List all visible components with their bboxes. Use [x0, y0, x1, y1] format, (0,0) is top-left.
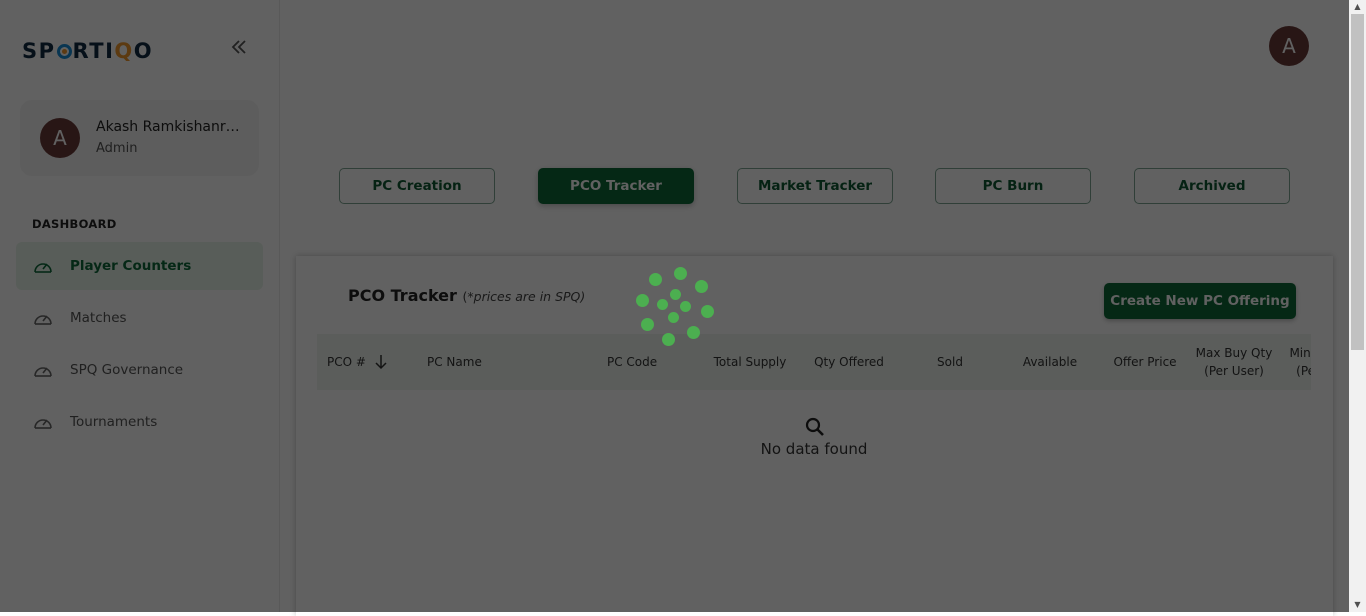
- column-header-max-buy-qty[interactable]: Max Buy Qty (Per User): [1191, 334, 1277, 390]
- scroll-down-arrow-icon[interactable]: ▼: [1349, 598, 1366, 612]
- sidebar-item-label: Player Counters: [70, 258, 192, 274]
- tab-pco-tracker[interactable]: PCO Tracker: [538, 168, 694, 204]
- gauge-icon: [34, 367, 52, 377]
- spinner-dot: [695, 280, 708, 293]
- spinner-dot: [636, 294, 649, 307]
- tab-archived[interactable]: Archived: [1134, 168, 1290, 204]
- spinner-dot: [680, 301, 691, 312]
- column-header-min-buy-qty[interactable]: Min Buy Qty (Per User): [1283, 334, 1311, 390]
- column-header-label: PCO #: [327, 355, 366, 369]
- spinner-dot: [687, 326, 700, 339]
- sportiqo-logo[interactable]: SP RTI Q O: [22, 38, 153, 64]
- sidebar-item-label: SPQ Governance: [70, 362, 184, 378]
- sidebar-item-spq-governance[interactable]: SPQ Governance: [16, 346, 263, 394]
- spinner-dot: [670, 289, 681, 300]
- column-header-pc-name[interactable]: PC Name: [427, 334, 577, 390]
- user-role: Admin: [96, 141, 138, 156]
- user-profile-card[interactable]: A Akash Ramkishanra... Admin: [20, 100, 259, 176]
- header-avatar[interactable]: A: [1269, 26, 1309, 66]
- empty-state-text: No data found: [760, 440, 868, 458]
- column-header-sold[interactable]: Sold: [906, 334, 994, 390]
- section-label-dashboard: DASHBOARD: [32, 217, 117, 231]
- column-header-offer-price[interactable]: Offer Price: [1101, 334, 1189, 390]
- sidebar-item-player-counters[interactable]: Player Counters: [16, 242, 263, 290]
- spinner-dot: [649, 273, 662, 286]
- pco-tracker-card: PCO Tracker (*prices are in SPQ) Create …: [296, 256, 1333, 616]
- search-icon: [805, 417, 824, 436]
- spinner-dot: [657, 299, 668, 310]
- logo-o-mark-icon: [56, 43, 72, 59]
- gauge-icon: [34, 419, 52, 429]
- scroll-up-arrow-icon[interactable]: ▲: [1349, 0, 1366, 14]
- tab-pc-burn[interactable]: PC Burn: [935, 168, 1091, 204]
- logo-text-start: SP: [22, 39, 56, 63]
- sidebar-item-label: Tournaments: [70, 414, 158, 430]
- card-title-text: PCO Tracker: [348, 286, 457, 305]
- page-scrollbar[interactable]: ▲ ▼: [1349, 0, 1366, 612]
- sidebar-item-label: Matches: [70, 310, 127, 326]
- avatar: A: [40, 118, 80, 158]
- gauge-icon: [34, 315, 52, 325]
- logo-text-end: O: [133, 39, 154, 63]
- spinner-dot: [701, 305, 714, 318]
- spinner-dot: [668, 312, 679, 323]
- page-title: PCO Tracker (*prices are in SPQ): [348, 286, 585, 305]
- create-new-pc-offering-button[interactable]: Create New PC Offering: [1104, 283, 1296, 319]
- user-name: Akash Ramkishanra...: [96, 119, 246, 135]
- double-chevron-left-icon: [231, 40, 246, 54]
- sidebar-item-tournaments[interactable]: Tournaments: [16, 398, 263, 446]
- logo-text-mid: RTI: [72, 39, 115, 63]
- table-header: PCO # PC Name PC Code Total Supply Qty O…: [317, 334, 1311, 390]
- sidebar-item-matches[interactable]: Matches: [16, 294, 263, 342]
- gauge-icon: [34, 263, 52, 273]
- tab-pc-creation[interactable]: PC Creation: [339, 168, 495, 204]
- scrollbar-thumb[interactable]: [1351, 14, 1364, 350]
- spinner-dot: [641, 318, 654, 331]
- tab-market-tracker[interactable]: Market Tracker: [737, 168, 893, 204]
- column-header-qty-offered[interactable]: Qty Offered: [805, 334, 893, 390]
- column-header-pco-number[interactable]: PCO #: [327, 334, 417, 390]
- spinner-dot: [662, 333, 675, 346]
- card-subtitle: *prices are in SPQ): [467, 289, 586, 304]
- collapse-sidebar-button[interactable]: [228, 38, 250, 62]
- spinner-dot: [674, 267, 687, 280]
- arrow-down-icon[interactable]: [374, 354, 388, 370]
- column-header-available[interactable]: Available: [1006, 334, 1094, 390]
- sidebar: SP RTI Q O A Akash Ramkishanra... Admin DAS…: [0, 0, 280, 612]
- logo-text-accent: Q: [114, 39, 134, 63]
- loading-spinner-icon: [630, 264, 720, 346]
